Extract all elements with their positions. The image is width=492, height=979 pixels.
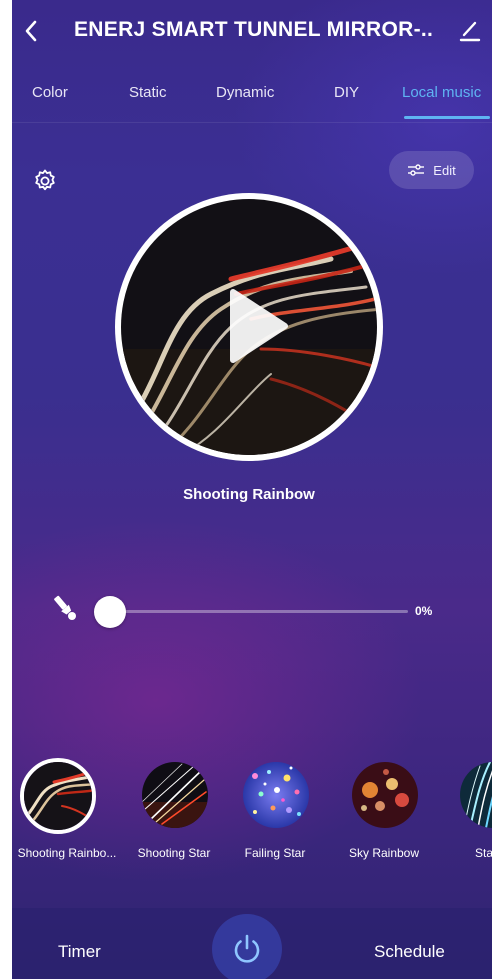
timer-button[interactable]: Timer <box>58 942 101 962</box>
pencil-icon[interactable] <box>458 18 482 42</box>
tabs-divider <box>12 122 492 123</box>
page-title: ENERJ SMART TUNNEL MIRROR-.. <box>74 18 434 41</box>
header: ENERJ SMART TUNNEL MIRROR-.. <box>12 0 492 62</box>
power-button[interactable] <box>212 914 282 979</box>
bottom-bar: Timer Schedule <box>12 908 492 979</box>
app-screen: ENERJ SMART TUNNEL MIRROR-.. Color Stati… <box>12 0 492 979</box>
schedule-button[interactable]: Schedule <box>374 942 445 962</box>
track-title: Shooting Rainbow <box>183 486 315 503</box>
album-art-disc[interactable] <box>115 193 383 461</box>
tab-static[interactable]: Static <box>129 84 167 101</box>
scene-thumbnail <box>20 758 96 834</box>
scene-thumbnail <box>142 762 208 828</box>
brightness-value: 0% <box>415 604 433 618</box>
tab-local-music[interactable]: Local music <box>402 84 481 101</box>
scene-label: Star R <box>474 846 492 860</box>
power-icon <box>234 934 260 963</box>
tab-diy[interactable]: DIY <box>334 84 359 101</box>
play-icon[interactable] <box>225 288 289 364</box>
tab-color[interactable]: Color <box>32 84 68 101</box>
brightness-slider-thumb[interactable] <box>94 596 126 628</box>
flashlight-icon <box>54 595 76 620</box>
gear-icon[interactable] <box>32 168 58 194</box>
chevron-left-icon[interactable] <box>18 14 46 48</box>
scene-thumbnail <box>460 762 492 828</box>
edit-button[interactable]: Edit <box>389 151 474 189</box>
mode-tabs: Color Static Dynamic DIY Local music <box>12 76 492 122</box>
scene-thumbnail <box>352 762 418 828</box>
brightness-slider-track[interactable] <box>110 610 408 613</box>
tab-dynamic[interactable]: Dynamic <box>216 84 274 101</box>
active-tab-indicator <box>404 116 490 119</box>
scene-thumbnail <box>243 762 309 828</box>
edit-button-label: Edit <box>433 162 456 178</box>
sliders-icon <box>408 164 425 176</box>
